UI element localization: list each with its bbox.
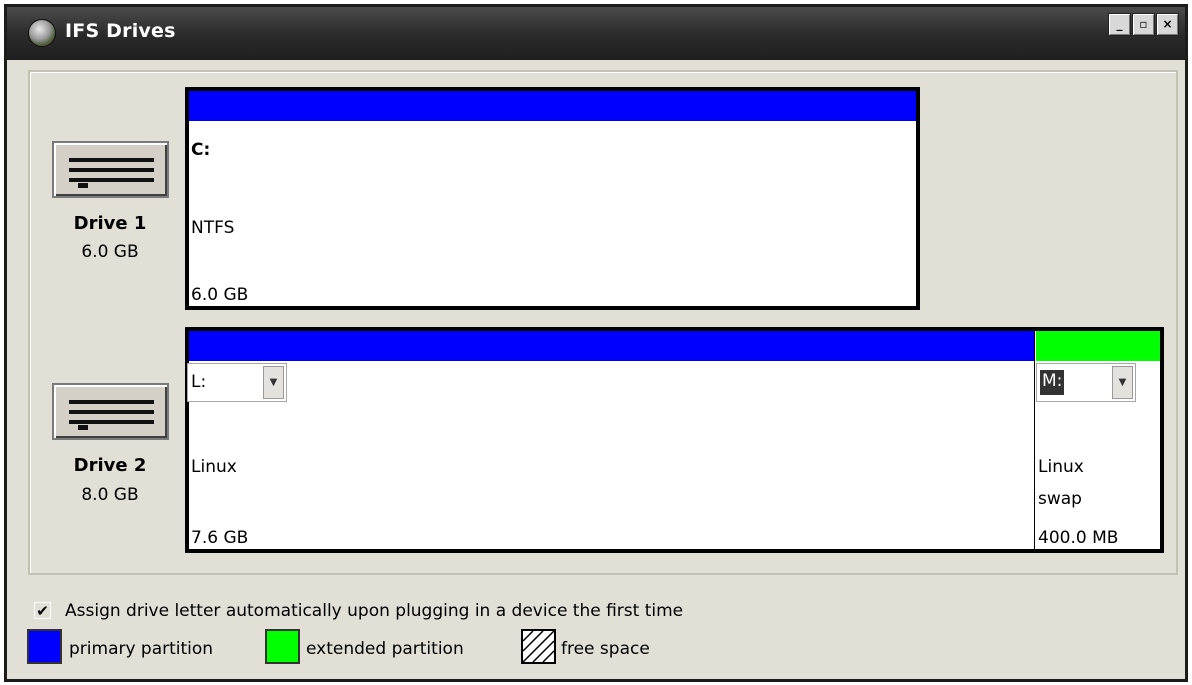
partition-l-letter-dropdown[interactable]: L: ▼ bbox=[187, 363, 287, 402]
legend-primary-label: primary partition bbox=[69, 639, 214, 659]
partition-m-size: 400.0 MB bbox=[1038, 528, 1119, 548]
maximize-button[interactable]: ▫ bbox=[1132, 13, 1155, 36]
partition-l-bar bbox=[189, 331, 1034, 361]
legend-extended-swatch bbox=[265, 629, 300, 664]
chevron-down-icon[interactable]: ▼ bbox=[1112, 366, 1133, 399]
partition-c-size: 6.0 GB bbox=[191, 285, 249, 305]
partition-c-bar bbox=[189, 91, 916, 121]
partition-m[interactable]: M: ▼ Linux swap 400.0 MB bbox=[1036, 331, 1160, 549]
partition-m-filesystem-line1: Linux bbox=[1038, 457, 1084, 477]
partition-l-letter: L: bbox=[191, 372, 207, 392]
drive-1-icon bbox=[52, 141, 169, 198]
partition-m-letter-dropdown[interactable]: M: ▼ bbox=[1036, 363, 1136, 402]
drive-1-name: Drive 1 bbox=[73, 213, 147, 234]
partition-m-letter: M: bbox=[1038, 369, 1066, 396]
partition-l-filesystem: Linux bbox=[191, 457, 237, 477]
drive-2-size: 8.0 GB bbox=[81, 485, 139, 505]
drive-1-size: 6.0 GB bbox=[81, 242, 139, 262]
auto-assign-checkbox[interactable]: ✔ bbox=[34, 602, 51, 619]
legend-extended-label: extended partition bbox=[306, 639, 464, 659]
drive-2-icon bbox=[52, 383, 169, 440]
partition-m-bar bbox=[1036, 331, 1160, 361]
drive-2-disk-map: L: ▼ Linux 7.6 GB M: ▼ Linux swap 400.0 … bbox=[185, 327, 1164, 553]
partition-c[interactable]: C: NTFS 6.0 GB bbox=[189, 91, 916, 306]
hatch-pattern-icon bbox=[522, 630, 555, 663]
drive-1-disk-map: C: NTFS 6.0 GB bbox=[185, 87, 920, 310]
legend-primary-swatch bbox=[27, 629, 62, 664]
legend-free-space-label: free space bbox=[561, 639, 650, 659]
window-title: IFS Drives bbox=[65, 20, 176, 42]
partition-c-letter: C: bbox=[191, 140, 211, 160]
chevron-down-icon[interactable]: ▼ bbox=[263, 366, 284, 399]
legend-free-space-swatch bbox=[521, 629, 556, 664]
partition-m-filesystem-line2: swap bbox=[1038, 489, 1082, 509]
auto-assign-label[interactable]: Assign drive letter automatically upon p… bbox=[65, 601, 683, 621]
ifs-drives-window: IFS Drives _ ▫ × Drive 1 6.0 GB C: NTFS … bbox=[4, 4, 1188, 682]
partition-c-filesystem: NTFS bbox=[191, 218, 235, 238]
close-button[interactable]: × bbox=[1156, 13, 1179, 36]
partition-l-size: 7.6 GB bbox=[191, 528, 249, 548]
partition-l[interactable]: L: ▼ Linux 7.6 GB bbox=[187, 331, 1035, 549]
title-bar[interactable]: IFS Drives _ ▫ × bbox=[7, 7, 1185, 60]
drive-2-name: Drive 2 bbox=[73, 455, 147, 476]
app-icon bbox=[28, 19, 56, 47]
minimize-button[interactable]: _ bbox=[1108, 13, 1131, 36]
